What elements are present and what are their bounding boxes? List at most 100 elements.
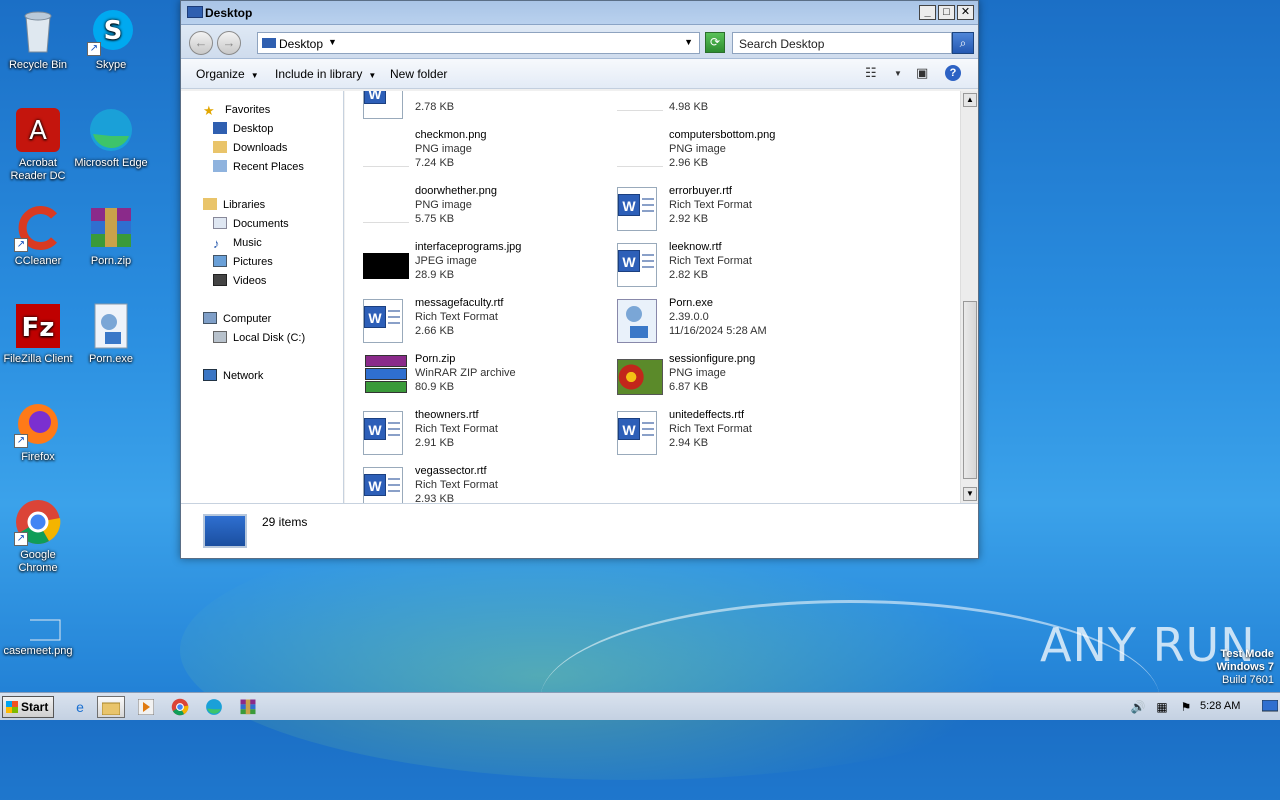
- file-item[interactable]: W errorbuyer.rtf Rich Text Format 2.92 K…: [617, 183, 867, 233]
- file-version: 2.39.0.0: [669, 311, 709, 323]
- file-item[interactable]: W theowners.rtf Rich Text Format 2.91 KB: [363, 407, 613, 457]
- file-item[interactable]: computersbottom.png PNG image 2.96 KB: [617, 127, 867, 177]
- nav-music[interactable]: ♪ Music: [213, 236, 262, 251]
- nav-documents[interactable]: Documents: [213, 217, 289, 230]
- desktop-icon-acrobat[interactable]: A Acrobat Reader DC: [0, 106, 76, 183]
- maximize-button[interactable]: □: [938, 5, 955, 20]
- taskbar-ie-icon[interactable]: e: [66, 696, 94, 718]
- ccleaner-icon: ↗: [14, 204, 62, 252]
- file-item[interactable]: interfaceprograms.jpg JPEG image 28.9 KB: [363, 239, 613, 289]
- nav-favorites[interactable]: ★ Favorites: [203, 103, 270, 118]
- new-folder-button[interactable]: New folder: [390, 67, 447, 81]
- videos-icon: [213, 274, 227, 286]
- file-item[interactable]: checkmon.png PNG image 7.24 KB: [363, 127, 613, 177]
- desktop-icon-label: Firefox: [21, 451, 55, 463]
- file-item[interactable]: 4.98 KB: [617, 91, 867, 121]
- nav-libraries[interactable]: Libraries: [203, 198, 265, 211]
- search-icon[interactable]: ⌕: [952, 32, 974, 54]
- desktop-icon-recycle-bin[interactable]: Recycle Bin: [0, 8, 76, 72]
- help-icon[interactable]: ?: [945, 65, 961, 81]
- file-item[interactable]: W unitedeffects.rtf Rich Text Format 2.9…: [617, 407, 867, 457]
- view-options-chevron-icon[interactable]: ▼: [894, 69, 902, 78]
- taskbar-media-player-icon[interactable]: [132, 696, 160, 718]
- file-type: Rich Text Format: [669, 423, 752, 435]
- desktop-icon-edge[interactable]: Microsoft Edge: [73, 106, 149, 170]
- desktop-icon-filezilla[interactable]: Fz FileZilla Client: [0, 302, 76, 366]
- breadcrumb-chevron-icon[interactable]: ▼: [328, 37, 337, 47]
- nav-desktop[interactable]: Desktop: [213, 122, 273, 135]
- refresh-button[interactable]: ⟳: [705, 32, 725, 53]
- taskbar-explorer-icon[interactable]: [97, 696, 125, 718]
- desktop-icon-label: CCleaner: [14, 255, 62, 267]
- desktop-icon-chrome[interactable]: ↗ Google Chrome: [0, 498, 76, 575]
- file-item[interactable]: W leeknow.rtf Rich Text Format 2.82 KB: [617, 239, 867, 289]
- taskbar-edge-icon[interactable]: [200, 696, 228, 718]
- address-bar[interactable]: Desktop ▼ ▼: [257, 32, 700, 54]
- nav-libraries-label: Libraries: [223, 199, 266, 211]
- back-button[interactable]: ←: [189, 31, 213, 55]
- preview-pane-icon[interactable]: ▣: [916, 65, 928, 81]
- forward-button[interactable]: →: [217, 31, 241, 55]
- file-name: checkmon.png: [415, 129, 487, 141]
- file-item[interactable]: W vegassector.rtf Rich Text Format 2.93 …: [363, 463, 613, 503]
- system-clock[interactable]: 5:28 AM: [1200, 700, 1240, 712]
- change-view-icon[interactable]: ☷: [865, 65, 877, 81]
- file-item[interactable]: sessionfigure.png PNG image 6.87 KB: [617, 351, 867, 401]
- file-name: errorbuyer.rtf: [669, 185, 732, 197]
- show-desktop-icon[interactable]: [1256, 696, 1280, 718]
- taskbar-winrar-icon[interactable]: [234, 696, 262, 718]
- desktop-icon-ccleaner[interactable]: ↗ CCleaner: [0, 204, 76, 268]
- minimize-button[interactable]: _: [919, 5, 936, 20]
- desktop-icon-firefox[interactable]: ↗ Firefox: [0, 400, 76, 464]
- organize-label: Organize: [196, 67, 245, 81]
- scroll-down-icon[interactable]: ▼: [963, 487, 977, 501]
- file-type: PNG image: [669, 143, 726, 155]
- file-size: 2.91 KB: [415, 437, 455, 449]
- desktop-icon-label: Skype: [95, 59, 127, 71]
- details-pane: 29 items: [181, 503, 978, 558]
- include-in-library-menu[interactable]: Include in library ▼: [275, 67, 376, 81]
- file-item[interactable]: W messagefaculty.rtf Rich Text Format 2.…: [363, 295, 613, 345]
- nav-desktop-label: Desktop: [233, 123, 274, 135]
- desktop-icon-skype[interactable]: S ↗ Skype: [73, 8, 149, 72]
- nav-downloads-label: Downloads: [233, 142, 288, 154]
- taskbar-chrome-icon[interactable]: [166, 696, 194, 718]
- window-controls: _ □ ✕: [919, 5, 974, 20]
- explorer-window: Desktop _ □ ✕ ← → Desktop ▼ ▼ ⟳ Search D…: [180, 0, 979, 559]
- file-date: 11/16/2024 5:28 AM: [669, 325, 767, 337]
- nav-recent-places[interactable]: Recent Places: [213, 160, 304, 173]
- nav-downloads[interactable]: Downloads: [213, 141, 287, 154]
- file-item[interactable]: Porn.exe 2.39.0.0 11/16/2024 5:28 AM: [617, 295, 867, 345]
- desktop-icon-casemeet[interactable]: casemeet.png: [0, 618, 76, 658]
- nav-pictures[interactable]: Pictures: [213, 255, 273, 268]
- file-item[interactable]: Porn.zip WinRAR ZIP archive 80.9 KB: [363, 351, 613, 401]
- action-center-flag-icon[interactable]: ⚑: [1172, 696, 1200, 718]
- window-title: Desktop: [205, 6, 253, 20]
- desktop-icon: [213, 122, 227, 134]
- file-item[interactable]: doorwhether.png PNG image 5.75 KB: [363, 183, 613, 233]
- nav-local-disk[interactable]: Local Disk (C:): [213, 331, 305, 344]
- file-type: Rich Text Format: [669, 255, 752, 267]
- filezilla-icon: Fz: [14, 302, 62, 350]
- file-size: 4.98 KB: [669, 101, 709, 113]
- rtf-document-icon: W: [617, 243, 657, 287]
- desktop-icon-porn-exe[interactable]: Porn.exe: [73, 302, 149, 366]
- vertical-scrollbar[interactable]: ▲ ▼: [960, 91, 978, 503]
- rtf-document-icon: W: [617, 187, 657, 231]
- start-button[interactable]: Start: [2, 696, 54, 718]
- nav-network-label: Network: [223, 370, 264, 382]
- scroll-up-icon[interactable]: ▲: [963, 93, 977, 107]
- file-item[interactable]: W 2.78 KB: [363, 91, 613, 121]
- nav-computer[interactable]: Computer: [203, 312, 271, 325]
- close-button[interactable]: ✕: [957, 5, 974, 20]
- nav-videos[interactable]: Videos: [213, 274, 266, 287]
- organize-menu[interactable]: Organize ▼: [196, 67, 259, 81]
- file-size: 2.66 KB: [415, 325, 455, 337]
- file-type: Rich Text Format: [415, 311, 498, 323]
- nav-network[interactable]: Network: [203, 369, 263, 382]
- title-bar[interactable]: Desktop _ □ ✕: [181, 1, 978, 25]
- address-history-dropdown-icon[interactable]: ▼: [684, 37, 693, 47]
- scroll-thumb[interactable]: [963, 301, 977, 479]
- search-input[interactable]: Search Desktop: [732, 32, 952, 54]
- desktop-icon-porn-zip[interactable]: Porn.zip: [73, 204, 149, 268]
